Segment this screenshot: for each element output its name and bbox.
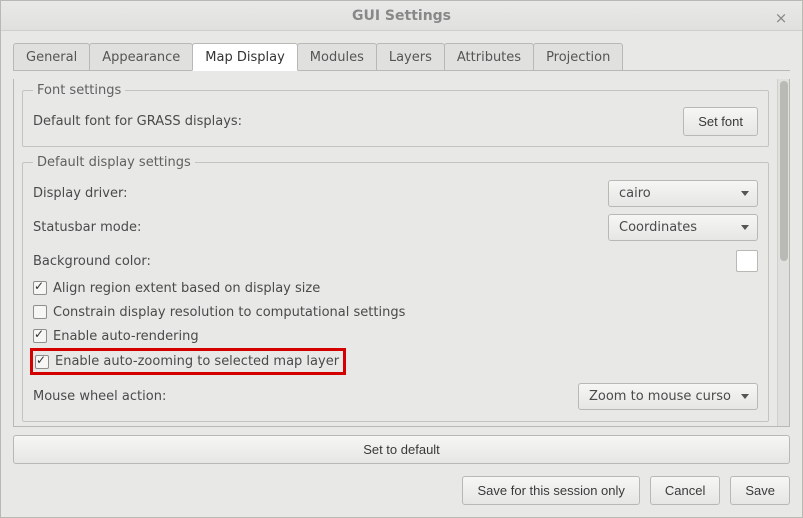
checkbox-constrain-resolution[interactable]	[33, 305, 47, 319]
tab-map-display[interactable]: Map Display	[192, 43, 298, 71]
background-color-label: Background color:	[33, 254, 151, 269]
mouse-wheel-value: Zoom to mouse curso	[589, 389, 731, 404]
label-constrain-resolution: Constrain display resolution to computat…	[53, 305, 405, 320]
row-default-font: Default font for GRASS displays: Set fon…	[33, 106, 758, 136]
font-settings-group: Font settings Default font for GRASS dis…	[22, 83, 769, 147]
tab-modules[interactable]: Modules	[297, 43, 377, 70]
display-settings-legend: Default display settings	[33, 155, 195, 170]
tab-layers[interactable]: Layers	[376, 43, 445, 70]
label-auto-zooming: Enable auto-zooming to selected map laye…	[55, 354, 339, 369]
label-auto-rendering: Enable auto-rendering	[53, 329, 199, 344]
chevron-down-icon	[741, 191, 749, 196]
tab-appearance[interactable]: Appearance	[89, 43, 193, 70]
row-auto-rendering: Enable auto-rendering	[33, 324, 758, 348]
window-title: GUI Settings	[352, 8, 451, 24]
row-mouse-wheel-action: Mouse wheel action: Zoom to mouse curso	[33, 381, 758, 411]
chevron-down-icon	[741, 394, 749, 399]
row-auto-zooming: Enable auto-zooming to selected map laye…	[33, 348, 758, 375]
font-settings-legend: Font settings	[33, 83, 125, 98]
save-button[interactable]: Save	[730, 476, 790, 505]
panel-scroll-area: Font settings Default font for GRASS dis…	[13, 79, 790, 427]
panel-content: Font settings Default font for GRASS dis…	[14, 79, 777, 426]
label-align-region: Align region extent based on display siz…	[53, 281, 320, 296]
display-driver-value: cairo	[619, 186, 651, 201]
titlebar: GUI Settings ×	[1, 1, 802, 31]
set-to-default-button[interactable]: Set to default	[13, 435, 790, 464]
cancel-button[interactable]: Cancel	[650, 476, 720, 505]
scrollbar-thumb[interactable]	[780, 81, 788, 261]
dialog-body: General Appearance Map Display Modules L…	[1, 31, 802, 517]
tab-general[interactable]: General	[13, 43, 90, 70]
tab-projection[interactable]: Projection	[533, 43, 623, 70]
vertical-scrollbar[interactable]	[777, 79, 789, 426]
tab-bar: General Appearance Map Display Modules L…	[13, 41, 790, 71]
row-display-driver: Display driver: cairo	[33, 178, 758, 208]
row-constrain-resolution: Constrain display resolution to computat…	[33, 300, 758, 324]
default-font-label: Default font for GRASS displays:	[33, 114, 242, 129]
highlight-auto-zooming: Enable auto-zooming to selected map laye…	[30, 348, 346, 375]
chevron-down-icon	[741, 225, 749, 230]
checkbox-auto-zooming[interactable]	[35, 355, 49, 369]
tab-attributes[interactable]: Attributes	[444, 43, 534, 70]
row-statusbar-mode: Statusbar mode: Coordinates	[33, 212, 758, 242]
statusbar-mode-value: Coordinates	[619, 220, 697, 235]
close-icon[interactable]: ×	[772, 9, 790, 27]
checkbox-align-region[interactable]	[33, 281, 47, 295]
save-session-button[interactable]: Save for this session only	[462, 476, 639, 505]
display-settings-group: Default display settings Display driver:…	[22, 155, 769, 422]
display-driver-combo[interactable]: cairo	[608, 180, 758, 207]
row-align-region: Align region extent based on display siz…	[33, 276, 758, 300]
mouse-wheel-combo[interactable]: Zoom to mouse curso	[578, 383, 758, 410]
display-driver-label: Display driver:	[33, 186, 127, 201]
set-font-button[interactable]: Set font	[683, 107, 758, 136]
mouse-wheel-label: Mouse wheel action:	[33, 389, 166, 404]
statusbar-mode-label: Statusbar mode:	[33, 220, 141, 235]
row-background-color: Background color:	[33, 246, 758, 276]
dialog-footer: Save for this session only Cancel Save	[13, 472, 790, 505]
statusbar-mode-combo[interactable]: Coordinates	[608, 214, 758, 241]
background-color-swatch[interactable]	[736, 250, 758, 272]
checkbox-auto-rendering[interactable]	[33, 329, 47, 343]
gui-settings-dialog: GUI Settings × General Appearance Map Di…	[0, 0, 803, 518]
